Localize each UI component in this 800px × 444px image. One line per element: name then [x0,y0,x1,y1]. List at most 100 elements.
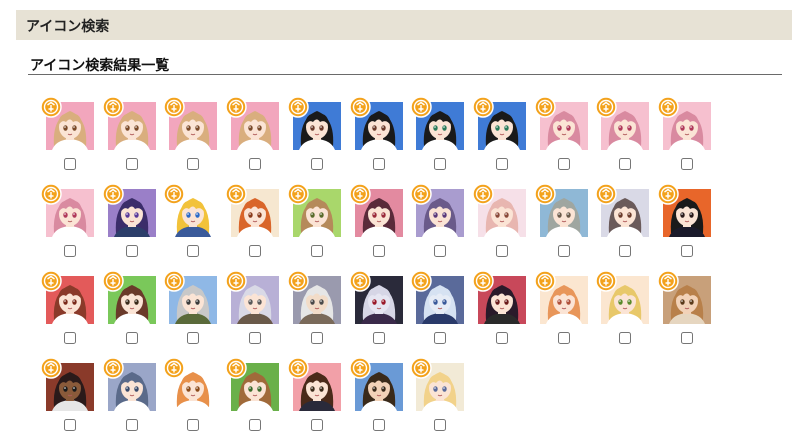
icon-thumbnail[interactable] [225,357,279,411]
icon-select-checkbox[interactable] [126,158,138,170]
icon-select-checkbox[interactable] [64,419,76,431]
icon-select-checkbox[interactable] [249,332,261,344]
icon-select-checkbox[interactable] [249,158,261,170]
icon-thumbnail[interactable] [287,270,341,324]
icon-select-checkbox[interactable] [434,419,446,431]
icon-thumbnail[interactable] [163,270,217,324]
icon-result-item [534,270,590,350]
icon-select-checkbox[interactable] [496,158,508,170]
icon-select-checkbox[interactable] [187,419,199,431]
icon-result-item [40,96,96,176]
icon-thumbnail[interactable] [102,357,156,411]
icon-select-checkbox[interactable] [311,245,323,257]
icon-thumbnail[interactable] [287,357,341,411]
icon-thumbnail[interactable] [102,96,156,150]
icon-select-checkbox[interactable] [681,158,693,170]
icon-result-item [472,183,528,263]
icon-thumbnail[interactable] [102,270,156,324]
icon-select-checkbox[interactable] [558,332,570,344]
icon-select-checkbox[interactable] [311,158,323,170]
icon-select-checkbox[interactable] [434,158,446,170]
icon-thumbnail[interactable] [472,96,526,150]
icon-thumbnail[interactable] [657,96,711,150]
icon-thumbnail[interactable] [410,357,464,411]
icon-select-checkbox[interactable] [373,245,385,257]
icon-select-checkbox[interactable] [373,419,385,431]
icon-results-grid [0,0,800,444]
official-badge-icon [163,96,185,118]
icon-thumbnail[interactable] [657,270,711,324]
icon-select-checkbox[interactable] [373,158,385,170]
icon-thumbnail[interactable] [349,96,403,150]
icon-select-checkbox[interactable] [373,332,385,344]
icon-select-checkbox[interactable] [434,332,446,344]
icon-result-item [287,96,343,176]
icon-select-checkbox[interactable] [187,158,199,170]
icon-thumbnail[interactable] [534,270,588,324]
icon-select-checkbox[interactable] [64,158,76,170]
icon-select-checkbox[interactable] [126,245,138,257]
icon-result-item [40,183,96,263]
icon-thumbnail[interactable] [225,96,279,150]
official-badge-icon [595,270,617,292]
icon-thumbnail[interactable] [163,183,217,237]
icon-thumbnail[interactable] [410,183,464,237]
icon-thumbnail[interactable] [534,96,588,150]
official-badge-icon [657,96,679,118]
official-badge-icon [287,357,309,379]
icon-thumbnail[interactable] [410,96,464,150]
icon-thumbnail[interactable] [472,183,526,237]
icon-thumbnail[interactable] [163,96,217,150]
icon-select-checkbox[interactable] [249,245,261,257]
icon-select-checkbox[interactable] [434,245,446,257]
icon-result-item [595,270,651,350]
icon-thumbnail[interactable] [472,270,526,324]
icon-thumbnail[interactable] [225,270,279,324]
icon-thumbnail[interactable] [163,357,217,411]
icon-thumbnail[interactable] [657,183,711,237]
icon-thumbnail[interactable] [595,183,649,237]
icon-select-checkbox[interactable] [249,419,261,431]
icon-select-checkbox[interactable] [126,419,138,431]
official-badge-icon [534,270,556,292]
icon-select-checkbox[interactable] [496,245,508,257]
icon-select-checkbox[interactable] [187,332,199,344]
icon-select-checkbox[interactable] [311,419,323,431]
icon-select-checkbox[interactable] [619,158,631,170]
icon-select-checkbox[interactable] [619,245,631,257]
icon-thumbnail[interactable] [40,270,94,324]
icon-thumbnail[interactable] [287,96,341,150]
icon-result-item [225,357,281,437]
icon-result-item [349,183,405,263]
icon-select-checkbox[interactable] [64,245,76,257]
official-badge-icon [225,96,247,118]
icon-select-checkbox[interactable] [311,332,323,344]
icon-result-item [657,183,713,263]
icon-thumbnail[interactable] [40,96,94,150]
icon-thumbnail[interactable] [40,183,94,237]
icon-thumbnail[interactable] [595,270,649,324]
icon-thumbnail[interactable] [410,270,464,324]
icon-thumbnail[interactable] [287,183,341,237]
icon-thumbnail[interactable] [102,183,156,237]
icon-thumbnail[interactable] [349,357,403,411]
icon-select-checkbox[interactable] [64,332,76,344]
icon-thumbnail[interactable] [40,357,94,411]
icon-select-checkbox[interactable] [187,245,199,257]
official-badge-icon [163,183,185,205]
icon-thumbnail[interactable] [225,183,279,237]
official-badge-icon [472,270,494,292]
official-badge-icon [595,96,617,118]
icon-thumbnail[interactable] [349,270,403,324]
icon-select-checkbox[interactable] [558,245,570,257]
icon-select-checkbox[interactable] [681,245,693,257]
icon-select-checkbox[interactable] [619,332,631,344]
icon-select-checkbox[interactable] [681,332,693,344]
icon-select-checkbox[interactable] [558,158,570,170]
icon-select-checkbox[interactable] [496,332,508,344]
icon-thumbnail[interactable] [534,183,588,237]
icon-select-checkbox[interactable] [126,332,138,344]
icon-thumbnail[interactable] [595,96,649,150]
official-badge-icon [163,270,185,292]
icon-thumbnail[interactable] [349,183,403,237]
